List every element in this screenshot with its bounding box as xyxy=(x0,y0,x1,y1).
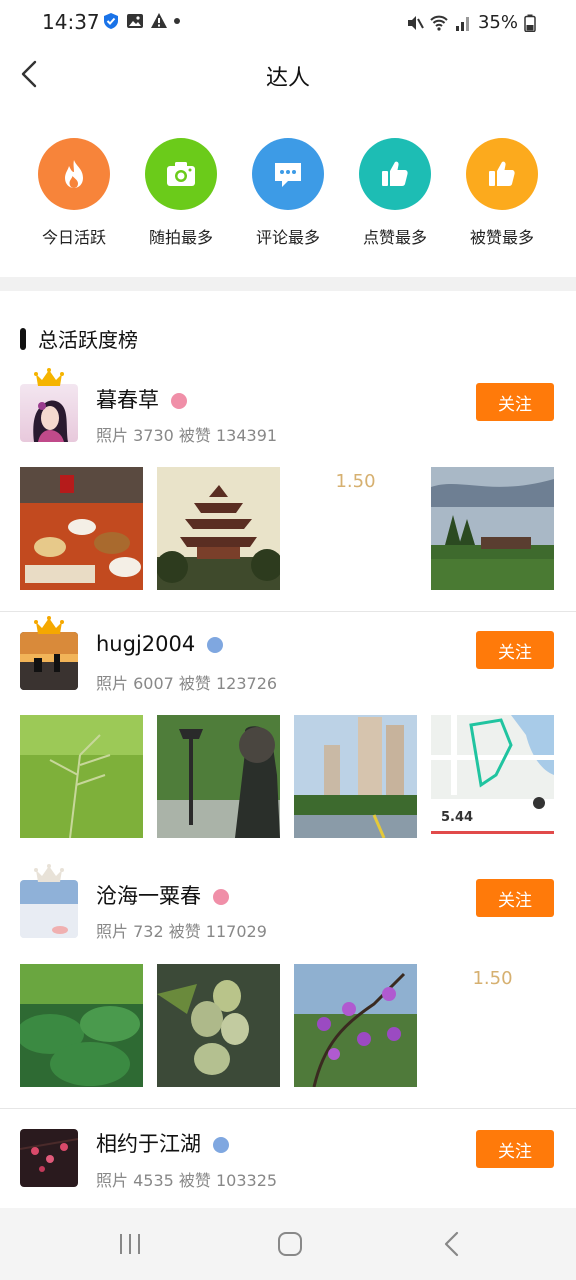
crown-icon xyxy=(34,368,64,386)
category-label: 被赞最多 xyxy=(469,228,534,247)
row-separator xyxy=(0,1108,576,1109)
user-name[interactable]: 暮春草 xyxy=(96,388,159,412)
status-time: 14:37 xyxy=(42,10,100,34)
section-marker xyxy=(20,327,26,350)
category-row: 今日活跃 随拍最多 评论最多 点赞最多 被赞最多 xyxy=(0,120,576,270)
camera-icon xyxy=(167,162,195,186)
header: 达人 xyxy=(0,46,576,108)
user-stats: 照片 3730 被赞 134391 xyxy=(96,426,278,445)
back-nav-button[interactable] xyxy=(432,1228,472,1260)
crown-icon xyxy=(34,864,64,882)
photo-thumbnail[interactable] xyxy=(157,964,280,1087)
photo-thumbnail[interactable] xyxy=(157,715,280,838)
category-most-liked[interactable]: 被赞最多 xyxy=(448,138,556,248)
comment-icon xyxy=(275,163,301,187)
user-stats: 照片 6007 被赞 123726 xyxy=(96,674,278,693)
follow-button[interactable]: 关注 xyxy=(476,631,554,669)
photo-row: 1.50 xyxy=(20,467,554,590)
follow-button[interactable]: 关注 xyxy=(476,1130,554,1168)
gender-female-icon xyxy=(171,393,187,409)
avatar-image xyxy=(20,880,78,938)
user-name-row: hugj2004 xyxy=(96,632,224,656)
category-label: 点赞最多 xyxy=(362,228,427,247)
user-stats: 照片 732 被赞 117029 xyxy=(96,922,267,941)
photo-row: 1.50 xyxy=(20,964,554,1087)
home-icon xyxy=(278,1232,302,1256)
distance-value: 1.50 xyxy=(335,471,376,492)
page-title: 达人 xyxy=(265,66,310,91)
photo-row: 5.44 xyxy=(20,715,554,838)
category-label: 随拍最多 xyxy=(148,228,213,247)
photo-thumbnail[interactable] xyxy=(294,715,417,838)
category-most-comments[interactable]: 评论最多 xyxy=(234,138,342,248)
follow-button[interactable]: 关注 xyxy=(476,879,554,917)
category-most-snaps[interactable]: 随拍最多 xyxy=(127,138,235,248)
gender-female-icon xyxy=(213,889,229,905)
user-name[interactable]: 相约于江湖 xyxy=(96,1132,201,1156)
category-label: 评论最多 xyxy=(255,228,320,247)
thumbs-up-icon xyxy=(382,161,408,186)
battery-icon xyxy=(524,14,536,32)
user-name[interactable]: hugj2004 xyxy=(96,632,195,656)
mute-icon xyxy=(407,15,424,30)
category-today-active[interactable]: 今日活跃 xyxy=(20,138,128,248)
category-most-likes-given[interactable]: 点赞最多 xyxy=(341,138,449,248)
wifi-icon xyxy=(430,15,448,31)
photo-thumbnail[interactable] xyxy=(294,964,417,1087)
photo-thumbnail[interactable] xyxy=(20,467,143,590)
photo-thumbnail[interactable] xyxy=(20,964,143,1087)
flame-icon xyxy=(65,160,83,188)
distance-value: 1.50 xyxy=(472,968,513,989)
photo-thumbnail[interactable]: 1.50 xyxy=(294,467,417,590)
avatar[interactable] xyxy=(20,1129,78,1187)
gender-male-icon xyxy=(213,1137,229,1153)
row-separator xyxy=(0,611,576,612)
category-label: 今日活跃 xyxy=(41,228,106,247)
avatar[interactable] xyxy=(20,368,78,442)
system-nav-bar xyxy=(0,1208,576,1280)
avatar-image xyxy=(20,1129,78,1187)
avatar[interactable] xyxy=(20,864,78,938)
notification-dot-icon xyxy=(174,18,180,24)
section-header: 总活跃度榜 xyxy=(20,324,138,353)
photo-thumbnail[interactable]: 1.50 xyxy=(431,964,554,1087)
status-bar: 14:37 35% xyxy=(0,0,576,46)
user-stats: 照片 4535 被赞 103325 xyxy=(96,1171,278,1190)
photo-thumbnail[interactable]: 5.44 xyxy=(431,715,554,838)
thumbs-up-icon xyxy=(489,161,515,186)
section-divider xyxy=(0,277,576,291)
shield-icon xyxy=(104,13,118,29)
user-name-row: 沧海一粟春 xyxy=(96,880,229,910)
photo-thumbnail[interactable] xyxy=(20,715,143,838)
photo-thumbnail[interactable] xyxy=(157,467,280,590)
home-button[interactable] xyxy=(270,1228,310,1260)
section-title: 总活跃度榜 xyxy=(38,328,138,352)
avatar-image xyxy=(20,632,78,690)
warning-icon xyxy=(151,13,167,28)
photo-thumbnail[interactable] xyxy=(431,467,554,590)
signal-icon xyxy=(455,16,469,31)
avatar[interactable] xyxy=(20,616,78,690)
back-icon xyxy=(444,1231,459,1257)
user-name-row: 暮春草 xyxy=(96,384,187,414)
crown-icon xyxy=(34,616,64,634)
map-distance: 5.44 xyxy=(441,810,474,825)
battery-percent: 35% xyxy=(477,12,518,33)
gender-male-icon xyxy=(207,637,224,653)
recent-apps-button[interactable] xyxy=(110,1228,150,1260)
follow-button[interactable]: 关注 xyxy=(476,383,554,421)
avatar-image xyxy=(33,400,68,442)
gallery-icon xyxy=(127,14,143,28)
user-name-row: 相约于江湖 xyxy=(96,1128,229,1158)
user-name[interactable]: 沧海一粟春 xyxy=(96,884,201,908)
recent-apps-icon xyxy=(120,1234,140,1254)
